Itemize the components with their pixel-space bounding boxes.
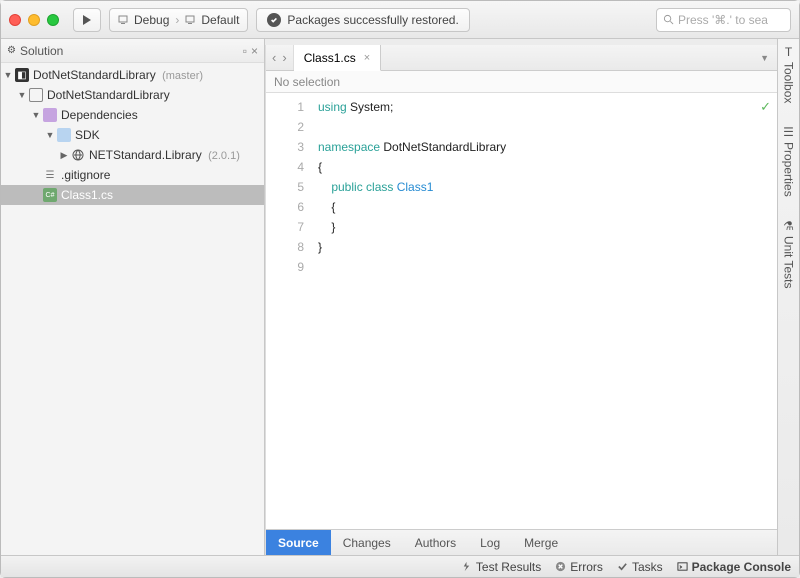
gitignore-label: .gitignore <box>61 168 260 182</box>
main-toolbar: Debug › Default Packages successfully re… <box>1 1 799 39</box>
package-console-button[interactable]: Package Console <box>677 560 791 574</box>
status-text: Packages successfully restored. <box>287 13 458 27</box>
sdk-label: SDK <box>75 128 260 142</box>
minimize-window[interactable] <box>28 14 40 26</box>
pad-close-button[interactable]: × <box>251 44 258 58</box>
bolt-icon <box>461 561 472 572</box>
disclosure-arrow[interactable]: ▼ <box>17 90 27 100</box>
tab-log[interactable]: Log <box>468 530 512 555</box>
unit-tests-pad-button[interactable]: ⚗Unit Tests <box>782 219 796 288</box>
solution-name: DotNetStandardLibrary <box>33 68 156 82</box>
search-placeholder: Press '⌘.' to sea <box>678 13 768 27</box>
run-button[interactable] <box>73 8 101 32</box>
disclosure-arrow[interactable]: ▶ <box>59 150 69 161</box>
device-icon <box>118 15 128 25</box>
breadcrumb-text: No selection <box>274 75 340 89</box>
status-bar: Test Results Errors Tasks Package Consol… <box>1 555 799 577</box>
line-gutter: 123456789 <box>266 93 314 529</box>
editor-area: ‹ › Class1.cs × ▼ No selection ✓ 1234567… <box>265 45 777 555</box>
cs-file-icon: C# <box>43 188 57 202</box>
build-config-label: Debug <box>134 13 169 27</box>
breadcrumb-bar[interactable]: No selection <box>266 71 777 93</box>
file-icon: ☰ <box>43 168 57 182</box>
nav-forward-button[interactable]: › <box>282 50 286 65</box>
config-selector[interactable]: Debug › Default <box>109 8 248 32</box>
device-icon <box>185 15 195 25</box>
project-icon <box>29 88 43 102</box>
global-search[interactable]: Press '⌘.' to sea <box>656 8 791 32</box>
tab-authors[interactable]: Authors <box>403 530 468 555</box>
dependencies-label: Dependencies <box>61 108 260 122</box>
text-editor[interactable]: ✓ 123456789 using System; namespace DotN… <box>266 93 777 529</box>
disclosure-arrow[interactable]: ▼ <box>3 70 13 80</box>
sdk-folder-icon <box>57 128 71 142</box>
error-icon <box>555 561 566 572</box>
tasks-button[interactable]: Tasks <box>617 560 663 574</box>
toolbox-pad-button[interactable]: TToolbox <box>782 45 796 103</box>
dependencies-icon <box>43 108 57 122</box>
play-icon <box>82 15 92 25</box>
analysis-ok-icon: ✓ <box>760 97 771 117</box>
tab-overflow-button[interactable]: ▼ <box>752 45 777 70</box>
package-icon <box>71 148 85 162</box>
pad-options-icon[interactable]: ⚙ <box>7 45 16 56</box>
tab-label: Class1.cs <box>304 51 356 65</box>
tab-merge[interactable]: Merge <box>512 530 570 555</box>
nav-back-button[interactable]: ‹ <box>272 50 276 65</box>
search-icon <box>663 14 674 25</box>
errors-button[interactable]: Errors <box>555 560 603 574</box>
gitignore-node[interactable]: ☰ .gitignore <box>1 165 264 185</box>
class1-label: Class1.cs <box>61 188 260 202</box>
dependencies-node[interactable]: ▼ Dependencies <box>1 105 264 125</box>
window-controls <box>9 14 59 26</box>
solution-pad-header: ⚙ Solution ▫ × <box>1 39 264 63</box>
tab-source[interactable]: Source <box>266 530 331 555</box>
package-version: (2.0.1) <box>208 150 240 162</box>
tab-class1[interactable]: Class1.cs × <box>294 45 381 71</box>
tab-changes[interactable]: Changes <box>331 530 403 555</box>
sdk-node[interactable]: ▼ SDK <box>1 125 264 145</box>
disclosure-arrow[interactable]: ▼ <box>31 110 41 120</box>
right-pad-rail: TToolbox ☰Properties ⚗Unit Tests <box>777 39 799 555</box>
zoom-window[interactable] <box>47 14 59 26</box>
main-area: ⚙ Solution ▫ × ▼ ◧ DotNetStandardLibrary… <box>1 39 799 555</box>
branch-label: (master) <box>162 70 203 82</box>
solution-pad-title: Solution <box>20 44 63 58</box>
solution-tree: ▼ ◧ DotNetStandardLibrary (master) ▼ Dot… <box>1 63 264 555</box>
project-node[interactable]: ▼ DotNetStandardLibrary <box>1 85 264 105</box>
document-tabbar: ‹ › Class1.cs × ▼ <box>266 45 777 71</box>
test-results-button[interactable]: Test Results <box>461 560 541 574</box>
project-name: DotNetStandardLibrary <box>47 88 260 102</box>
properties-pad-button[interactable]: ☰Properties <box>782 125 796 197</box>
tab-close-button[interactable]: × <box>364 52 370 64</box>
editor-bottom-tabs: Source Changes Authors Log Merge <box>266 529 777 555</box>
nav-buttons: ‹ › <box>266 45 294 70</box>
package-name: NETStandard.Library <box>89 148 202 162</box>
pad-autohide-button[interactable]: ▫ <box>243 44 247 58</box>
console-icon <box>677 561 688 572</box>
solution-icon: ◧ <box>15 68 29 82</box>
close-window[interactable] <box>9 14 21 26</box>
code-content[interactable]: using System; namespace DotNetStandardLi… <box>314 93 777 529</box>
package-node[interactable]: ▶ NETStandard.Library (2.0.1) <box>1 145 264 165</box>
solution-node[interactable]: ▼ ◧ DotNetStandardLibrary (master) <box>1 65 264 85</box>
solution-pad: ⚙ Solution ▫ × ▼ ◧ DotNetStandardLibrary… <box>1 39 265 555</box>
disclosure-arrow[interactable]: ▼ <box>45 130 55 140</box>
pad-controls: ▫ × <box>243 44 258 58</box>
check-icon <box>617 561 628 572</box>
status-pill: Packages successfully restored. <box>256 8 469 32</box>
run-target-label: Default <box>201 13 239 27</box>
class1-node[interactable]: C# Class1.cs <box>1 185 264 205</box>
success-icon <box>267 13 281 27</box>
